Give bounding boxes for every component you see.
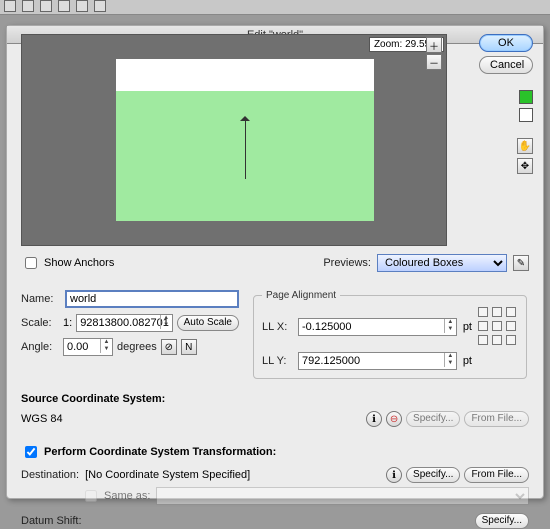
show-anchors-checkbox[interactable]: Show Anchors bbox=[21, 254, 114, 272]
page-alignment-group: Page Alignment LL X: ▲▼ pt LL Y: ▲▼ pt bbox=[253, 290, 527, 379]
fill-swatch[interactable] bbox=[519, 90, 533, 104]
transform-checkbox[interactable]: Perform Coordinate System Transformation… bbox=[21, 443, 529, 461]
scs-specify-button: Specify... bbox=[406, 411, 460, 427]
lly-label: LL Y: bbox=[262, 355, 292, 367]
same-as-input bbox=[85, 490, 97, 502]
angle-label: Angle: bbox=[21, 341, 59, 353]
app-toolbar bbox=[0, 0, 550, 15]
info-icon[interactable]: ℹ bbox=[366, 411, 382, 427]
wand-icon[interactable]: ✎ bbox=[513, 255, 529, 271]
north-arrow-icon bbox=[245, 119, 246, 179]
llx-unit: pt bbox=[463, 321, 472, 333]
previews-select[interactable]: Coloured Boxes bbox=[377, 254, 507, 272]
dialog-body: Show Anchors Previews: Coloured Boxes ✎ … bbox=[21, 254, 529, 529]
ok-button[interactable]: OK bbox=[479, 34, 533, 52]
zoom-out-icon[interactable]: － bbox=[426, 54, 442, 70]
show-anchors-input[interactable] bbox=[25, 257, 37, 269]
zoom-in-icon[interactable]: ＋ bbox=[426, 37, 442, 53]
scale-label: Scale: bbox=[21, 317, 59, 329]
name-field[interactable] bbox=[65, 290, 239, 308]
same-as-select bbox=[156, 487, 529, 505]
dest-info-icon[interactable]: ℹ bbox=[386, 467, 402, 483]
north-icon[interactable]: N bbox=[181, 339, 197, 355]
transform-section: Perform Coordinate System Transformation… bbox=[21, 443, 529, 529]
source-cs-section: Source Coordinate System: WGS 84 ℹ ⊖ Spe… bbox=[21, 393, 529, 427]
dest-value: [No Coordinate System Specified] bbox=[85, 469, 250, 481]
edit-dialog: Edit "world" OK Cancel ✋ ✥ Zoom: 29.55% … bbox=[6, 25, 544, 499]
llx-field[interactable] bbox=[298, 318, 457, 336]
auto-scale-button[interactable]: Auto Scale bbox=[177, 315, 239, 331]
page-alignment-legend: Page Alignment bbox=[262, 290, 340, 301]
anchor-grid[interactable] bbox=[478, 307, 518, 347]
datum-specify-button[interactable]: Specify... bbox=[475, 513, 529, 529]
dest-from-file-button[interactable]: From File... bbox=[464, 467, 529, 483]
remove-icon[interactable]: ⊖ bbox=[386, 411, 402, 427]
scale-prefix: 1: bbox=[63, 317, 72, 329]
transform-input[interactable] bbox=[25, 446, 37, 458]
same-as-label: Same as: bbox=[104, 490, 150, 502]
dialog-buttons: OK Cancel ✋ ✥ bbox=[475, 34, 533, 174]
preview-area: Zoom: 29.55% ＋ － bbox=[21, 34, 447, 246]
stroke-swatch[interactable] bbox=[519, 108, 533, 122]
dest-label: Destination: bbox=[21, 469, 79, 481]
cancel-button[interactable]: Cancel bbox=[479, 56, 533, 74]
same-as-checkbox: Same as: bbox=[81, 487, 150, 505]
scale-field[interactable] bbox=[76, 314, 172, 332]
previews-label: Previews: bbox=[323, 257, 371, 269]
name-label: Name: bbox=[21, 293, 59, 305]
no-angle-icon[interactable]: ⊘ bbox=[161, 339, 177, 355]
source-cs-heading: Source Coordinate System: bbox=[21, 393, 529, 405]
scs-from-file-button: From File... bbox=[464, 411, 529, 427]
transform-label: Perform Coordinate System Transformation… bbox=[44, 446, 276, 458]
dest-specify-button[interactable]: Specify... bbox=[406, 467, 460, 483]
artboard bbox=[116, 59, 374, 221]
lly-field[interactable] bbox=[298, 352, 457, 370]
angle-unit: degrees bbox=[117, 341, 157, 353]
llx-label: LL X: bbox=[262, 321, 292, 333]
show-anchors-label: Show Anchors bbox=[44, 257, 114, 269]
hand-icon[interactable]: ✋ bbox=[517, 138, 533, 154]
move-icon[interactable]: ✥ bbox=[517, 158, 533, 174]
source-cs-value: WGS 84 bbox=[21, 413, 63, 425]
datum-label: Datum Shift: bbox=[21, 515, 82, 527]
lly-unit: pt bbox=[463, 355, 472, 367]
